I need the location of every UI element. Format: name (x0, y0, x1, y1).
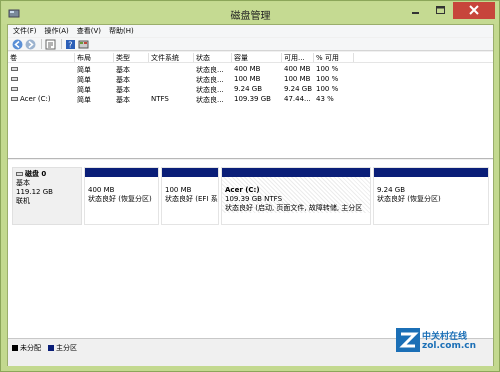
drive-icon (11, 67, 18, 71)
unallocated-swatch (12, 345, 18, 351)
partition-efi[interactable]: 100 MB 状态良好 (EFI 系 (161, 167, 219, 225)
partition-status: 状态良好 (启动, 页面文件, 故障转储, 主分区 (225, 204, 363, 212)
column-header-status[interactable]: 状态 (194, 53, 232, 62)
table-row[interactable]: 简单 基本 状态良... 100 MB 100 MB 100 % (8, 74, 493, 84)
hard-disk-icon (16, 172, 23, 176)
volume-list-header: 卷 布局 类型 文件系统 状态 容量 可用... % 可用 (8, 52, 493, 63)
legend-primary: 主分区 (48, 343, 77, 353)
forward-icon[interactable] (25, 39, 36, 50)
partition-system-c[interactable]: Acer (C:) 109.39 GB NTFS 状态良好 (启动, 页面文件,… (221, 167, 371, 225)
partition-size: 400 MB (88, 186, 115, 194)
column-header-filesystem[interactable]: 文件系统 (149, 53, 194, 62)
volume-capacity: 109.39 GB (234, 95, 271, 103)
toolbar: ? (8, 38, 493, 51)
minimize-button[interactable] (403, 2, 428, 19)
partition-name: Acer (C:) (225, 186, 260, 194)
close-button[interactable] (453, 2, 495, 19)
volume-name: Acer (C:) (20, 95, 51, 103)
column-header-volume[interactable]: 卷 (8, 53, 75, 62)
menu-action[interactable]: 操作(A) (45, 26, 69, 36)
menu-file[interactable]: 文件(F) (13, 26, 37, 36)
column-header-capacity[interactable]: 容量 (232, 53, 282, 62)
primary-partition-bar (85, 168, 158, 177)
column-header-percent-free[interactable]: % 可用 (314, 53, 354, 62)
drive-icon (11, 87, 18, 91)
toolbar-separator (41, 39, 42, 49)
svg-text:?: ? (68, 40, 72, 49)
back-icon[interactable] (12, 39, 23, 50)
table-row[interactable]: Acer (C:) 简单 基本 NTFS 状态良... 109.39 GB 47… (8, 94, 493, 104)
volume-status: 状态良... (196, 96, 224, 104)
menu-bar: 文件(F) 操作(A) 查看(V) 帮助(H) (8, 25, 493, 37)
disk-size: 119.12 GB (16, 188, 53, 196)
primary-partition-bar (162, 168, 218, 177)
table-row[interactable]: 简单 基本 状态良... 9.24 GB 9.24 GB 100 % (8, 84, 493, 94)
client-area: 文件(F) 操作(A) 查看(V) 帮助(H) ? 卷 布局 类型 文件系统 状… (7, 24, 494, 366)
drive-icon (11, 77, 18, 81)
properties-icon[interactable] (45, 39, 56, 50)
partition-recovery-2[interactable]: 9.24 GB 状态良好 (恢复分区) (373, 167, 489, 225)
partition-status: 状态良好 (恢复分区) (377, 195, 441, 203)
volume-list: 卷 布局 类型 文件系统 状态 容量 可用... % 可用 简单 基本 状态良.… (8, 52, 493, 159)
menu-view[interactable]: 查看(V) (77, 26, 101, 36)
column-header-type[interactable]: 类型 (114, 53, 149, 62)
disk-icon[interactable] (78, 39, 89, 50)
minimize-icon (412, 12, 419, 14)
disk-info-label[interactable]: 磁盘 0 基本 119.12 GB 联机 (12, 167, 82, 225)
volume-capacity: 400 MB (234, 65, 261, 73)
table-row[interactable]: 简单 基本 状态良... 400 MB 400 MB 100 % (8, 64, 493, 74)
legend-label: 未分配 (20, 344, 41, 352)
maximize-icon (436, 6, 445, 14)
volume-percent-free: 100 % (316, 85, 339, 93)
toolbar-separator (61, 39, 62, 49)
disk-management-window: 磁盘管理 文件(F) 操作(A) 查看(V) 帮助(H) ? 卷 布局 类型 文… (0, 0, 500, 372)
volume-type: 基本 (116, 96, 130, 104)
menu-help[interactable]: 帮助(H) (109, 26, 134, 36)
volume-free: 400 MB (284, 65, 311, 73)
disk-name: 磁盘 0 (25, 170, 47, 178)
disk-type: 基本 (16, 179, 30, 187)
primary-partition-bar (374, 168, 488, 177)
partition-size: 109.39 GB NTFS (225, 195, 283, 203)
disk-state: 联机 (16, 197, 30, 205)
volume-free: 47.44... (284, 95, 311, 103)
title-bar[interactable]: 磁盘管理 (2, 2, 499, 24)
partition-size: 9.24 GB (377, 186, 406, 194)
disk-graphical-view: 磁盘 0 基本 119.12 GB 联机 400 MB 状态良好 (恢复分区) (8, 160, 493, 340)
volume-free: 100 MB (284, 75, 311, 83)
volume-filesystem: NTFS (151, 95, 169, 103)
volume-layout: 简单 (77, 96, 91, 104)
primary-swatch (48, 345, 54, 351)
column-header-layout[interactable]: 布局 (75, 53, 114, 62)
partition-status: 状态良好 (EFI 系 (165, 195, 218, 203)
close-icon (469, 5, 479, 15)
volume-percent-free: 43 % (316, 95, 334, 103)
volume-capacity: 100 MB (234, 75, 261, 83)
maximize-button[interactable] (428, 2, 453, 19)
volume-percent-free: 100 % (316, 65, 339, 73)
partition-status: 状态良好 (恢复分区) (88, 195, 152, 203)
watermark-url: zol.com.cn (422, 341, 476, 351)
legend-label: 主分区 (56, 344, 77, 352)
zol-watermark: 中关村在线 zol.com.cn (396, 326, 491, 362)
help-icon[interactable]: ? (65, 39, 76, 50)
volume-free: 9.24 GB (284, 85, 313, 93)
primary-partition-bar (222, 168, 370, 177)
column-header-free[interactable]: 可用... (282, 53, 314, 62)
volume-percent-free: 100 % (316, 75, 339, 83)
volume-capacity: 9.24 GB (234, 85, 263, 93)
zol-logo-icon (396, 328, 420, 352)
drive-icon (11, 97, 18, 101)
partition-recovery-1[interactable]: 400 MB 状态良好 (恢复分区) (84, 167, 159, 225)
partition-size: 100 MB (165, 186, 192, 194)
partition-strip: 400 MB 状态良好 (恢复分区) 100 MB 状态良好 (EFI 系 Ac… (84, 167, 489, 225)
legend-unallocated: 未分配 (12, 343, 41, 353)
